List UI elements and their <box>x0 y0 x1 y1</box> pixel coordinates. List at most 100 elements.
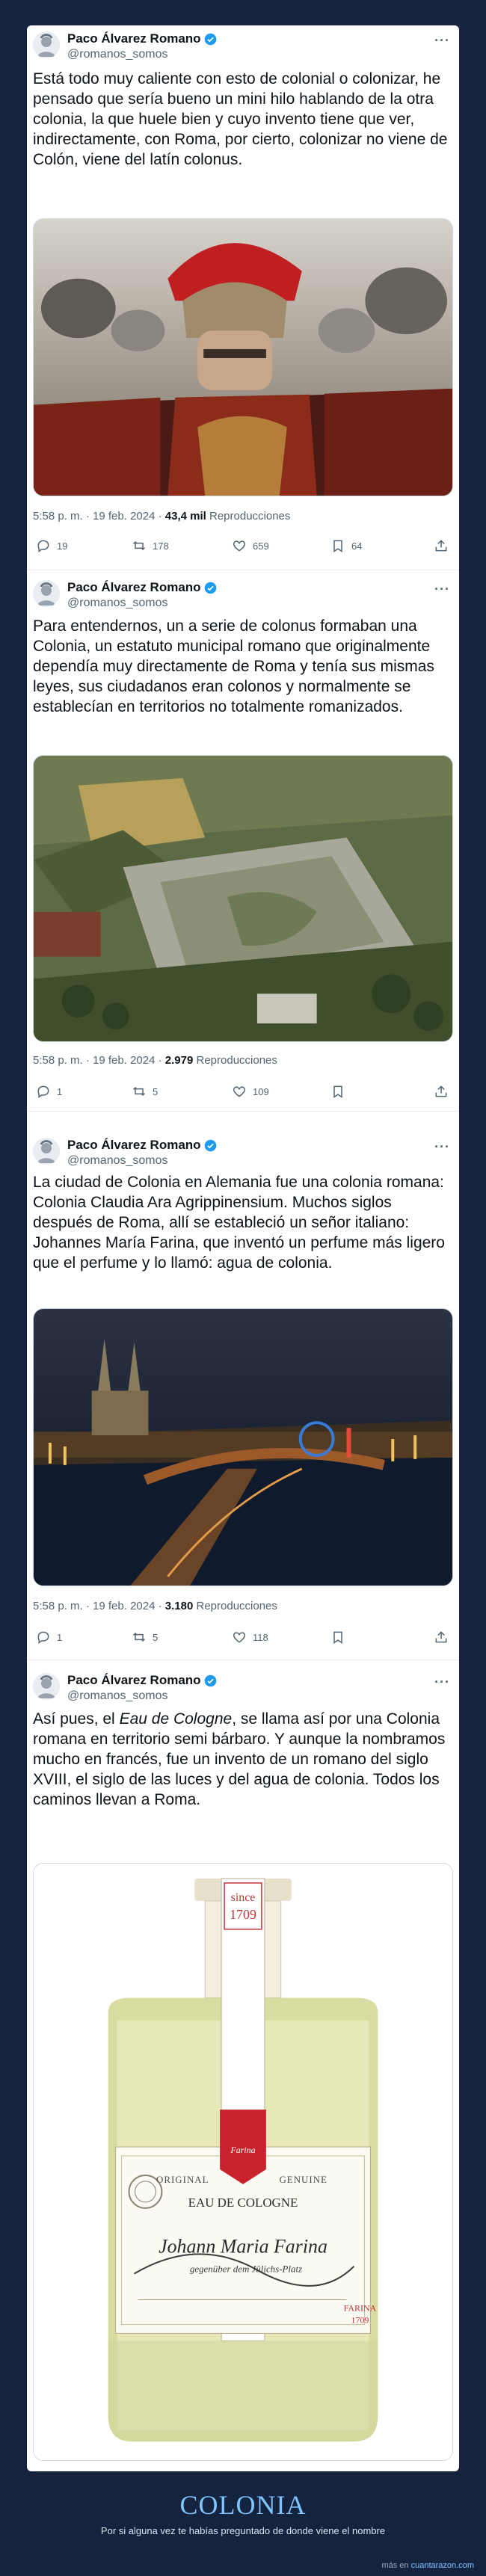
bookmark-button[interactable] <box>330 1630 351 1645</box>
since-text: since <box>231 1891 256 1904</box>
tweet-meta: 5:58 p. m. · 19 feb. 2024 · 2.979 Reprod… <box>33 1054 277 1067</box>
like-button[interactable]: 659 <box>232 538 269 553</box>
share-button[interactable] <box>434 1630 455 1645</box>
divider <box>27 1111 459 1112</box>
reply-button[interactable]: 19 <box>36 538 67 553</box>
bookmark-icon <box>333 540 342 552</box>
bookmark-button[interactable]: 64 <box>330 538 362 553</box>
eau-de-cologne-text: EAU DE COLOGNE <box>188 2196 298 2210</box>
signature-sub-text: gegenüber dem Jülichs-Platz <box>190 2264 302 2275</box>
tweet-meta: 5:58 p. m. · 19 feb. 2024 · 43,4 mil Rep… <box>33 510 290 523</box>
author-handle[interactable]: @romanos_somos <box>67 48 168 61</box>
like-count: 118 <box>253 1631 268 1643</box>
roman-ruins-aerial-image[interactable] <box>33 755 453 1042</box>
text-emphasis: Eau de Cologne <box>119 1710 233 1728</box>
cologne-night-image[interactable] <box>33 1308 453 1586</box>
like-icon <box>233 1632 246 1643</box>
signature-text: Johann Maria Farina <box>159 2236 327 2258</box>
tweet-text: Así pues, el Eau de Cologne, se llama as… <box>33 1709 453 1810</box>
share-icon <box>435 540 447 552</box>
tweet-header: Paco Álvarez Romano @romanos_somos ··· <box>33 25 453 70</box>
repost-count: 178 <box>153 540 169 552</box>
more-icon[interactable]: ··· <box>434 33 450 49</box>
credit-prefix: más en <box>381 2561 409 2570</box>
author-name[interactable]: Paco Álvarez Romano <box>67 1138 201 1153</box>
seal-text: Farina <box>230 2145 255 2155</box>
tweet-actions: 1 5 118 <box>33 1630 453 1652</box>
author-name[interactable]: Paco Álvarez Romano <box>67 31 201 46</box>
share-icon <box>435 1631 447 1643</box>
like-icon <box>233 1086 246 1097</box>
footer-subtitle: Por si alguna vez te habías preguntado d… <box>100 2525 386 2536</box>
bookmark-icon <box>333 1631 342 1644</box>
views-label: Reproducciones <box>196 1054 277 1067</box>
repost-icon <box>132 540 146 551</box>
like-icon <box>233 540 246 552</box>
reply-button[interactable]: 1 <box>36 1630 62 1645</box>
share-button[interactable] <box>434 538 455 553</box>
share-icon <box>435 1085 447 1097</box>
verified-icon <box>204 1139 216 1151</box>
avatar[interactable] <box>33 580 60 607</box>
bookmark-icon <box>333 1085 342 1098</box>
tweet-header: Paco Álvarez Romano @romanos_somos ··· <box>33 1132 453 1177</box>
roman-soldiers-image[interactable] <box>33 218 453 496</box>
view-count: 2.979 <box>164 1054 194 1067</box>
tweet-actions: 1 5 109 <box>33 1084 453 1106</box>
verified-icon <box>204 582 216 594</box>
repost-button[interactable]: 178 <box>132 538 169 553</box>
avatar[interactable] <box>33 1673 60 1700</box>
repost-icon <box>132 1632 146 1642</box>
repost-count: 5 <box>153 1631 159 1643</box>
tweet-thread: Paco Álvarez Romano @romanos_somos ··· E… <box>27 25 459 2471</box>
author-name[interactable]: Paco Álvarez Romano <box>67 1673 201 1688</box>
avatar[interactable] <box>33 1138 60 1165</box>
author-handle[interactable]: @romanos_somos <box>67 1154 168 1168</box>
repost-button[interactable]: 5 <box>132 1084 158 1099</box>
more-icon[interactable]: ··· <box>434 582 450 597</box>
more-icon[interactable]: ··· <box>434 1139 450 1155</box>
views-label: Reproducciones <box>196 1600 277 1612</box>
like-button[interactable]: 109 <box>232 1084 269 1099</box>
footer-title: COLONIA <box>179 2490 307 2520</box>
text-part: Así pues, el <box>33 1710 120 1728</box>
reply-icon <box>37 1085 49 1098</box>
like-count: 659 <box>253 540 269 552</box>
author-handle[interactable]: @romanos_somos <box>67 1689 168 1703</box>
more-icon[interactable]: ··· <box>434 1674 450 1690</box>
reply-icon <box>37 1631 49 1644</box>
tweet-meta: 5:58 p. m. · 19 feb. 2024 · 3.180 Reprod… <box>33 1600 277 1612</box>
repost-icon <box>132 1086 146 1097</box>
cologne-bottle-image[interactable]: since 1709 Farina ORIGINAL GENUINE EAU D… <box>33 1863 453 2461</box>
tweet-text: La ciudad de Colonia en Alemania fue una… <box>33 1174 445 1272</box>
bookmark-button[interactable] <box>330 1084 351 1099</box>
reply-count: 1 <box>57 1085 63 1097</box>
tweet-text: Para entendernos, un a serie de colonus … <box>33 617 434 715</box>
repost-count: 5 <box>153 1085 159 1097</box>
site-credit: más en cuantarazon.com <box>381 2561 474 2570</box>
like-button[interactable]: 118 <box>232 1630 268 1645</box>
share-button[interactable] <box>434 1084 455 1099</box>
reply-button[interactable]: 1 <box>36 1084 62 1099</box>
avatar[interactable] <box>33 31 60 58</box>
genuine-text: GENUINE <box>279 2174 327 2185</box>
tweet-header: Paco Álvarez Romano @romanos_somos ··· <box>33 1667 453 1712</box>
verified-icon <box>204 33 216 45</box>
author-name[interactable]: Paco Álvarez Romano <box>67 580 201 595</box>
tweet-text: Está todo muy caliente con esto de colon… <box>33 70 448 168</box>
farina-year-text: 1709 <box>351 2314 369 2325</box>
views-label: Reproducciones <box>209 510 291 523</box>
repost-button[interactable]: 5 <box>132 1630 158 1645</box>
like-count: 109 <box>253 1085 269 1097</box>
reply-icon <box>37 540 49 552</box>
reply-count: 1 <box>57 1631 63 1643</box>
author-handle[interactable]: @romanos_somos <box>67 597 168 610</box>
site-link[interactable]: cuantarazon.com <box>411 2561 474 2570</box>
view-count: 3.180 <box>164 1600 194 1612</box>
tweet-time[interactable]: 5:58 p. m. · 19 feb. 2024 · <box>33 1054 162 1067</box>
tweet-time[interactable]: 5:58 p. m. · 19 feb. 2024 · <box>33 1600 162 1612</box>
reply-count: 19 <box>57 540 68 552</box>
since-year-text: 1709 <box>230 1907 256 1922</box>
tweet-time[interactable]: 5:58 p. m. · 19 feb. 2024 · <box>33 510 162 523</box>
original-text: ORIGINAL <box>156 2174 209 2185</box>
